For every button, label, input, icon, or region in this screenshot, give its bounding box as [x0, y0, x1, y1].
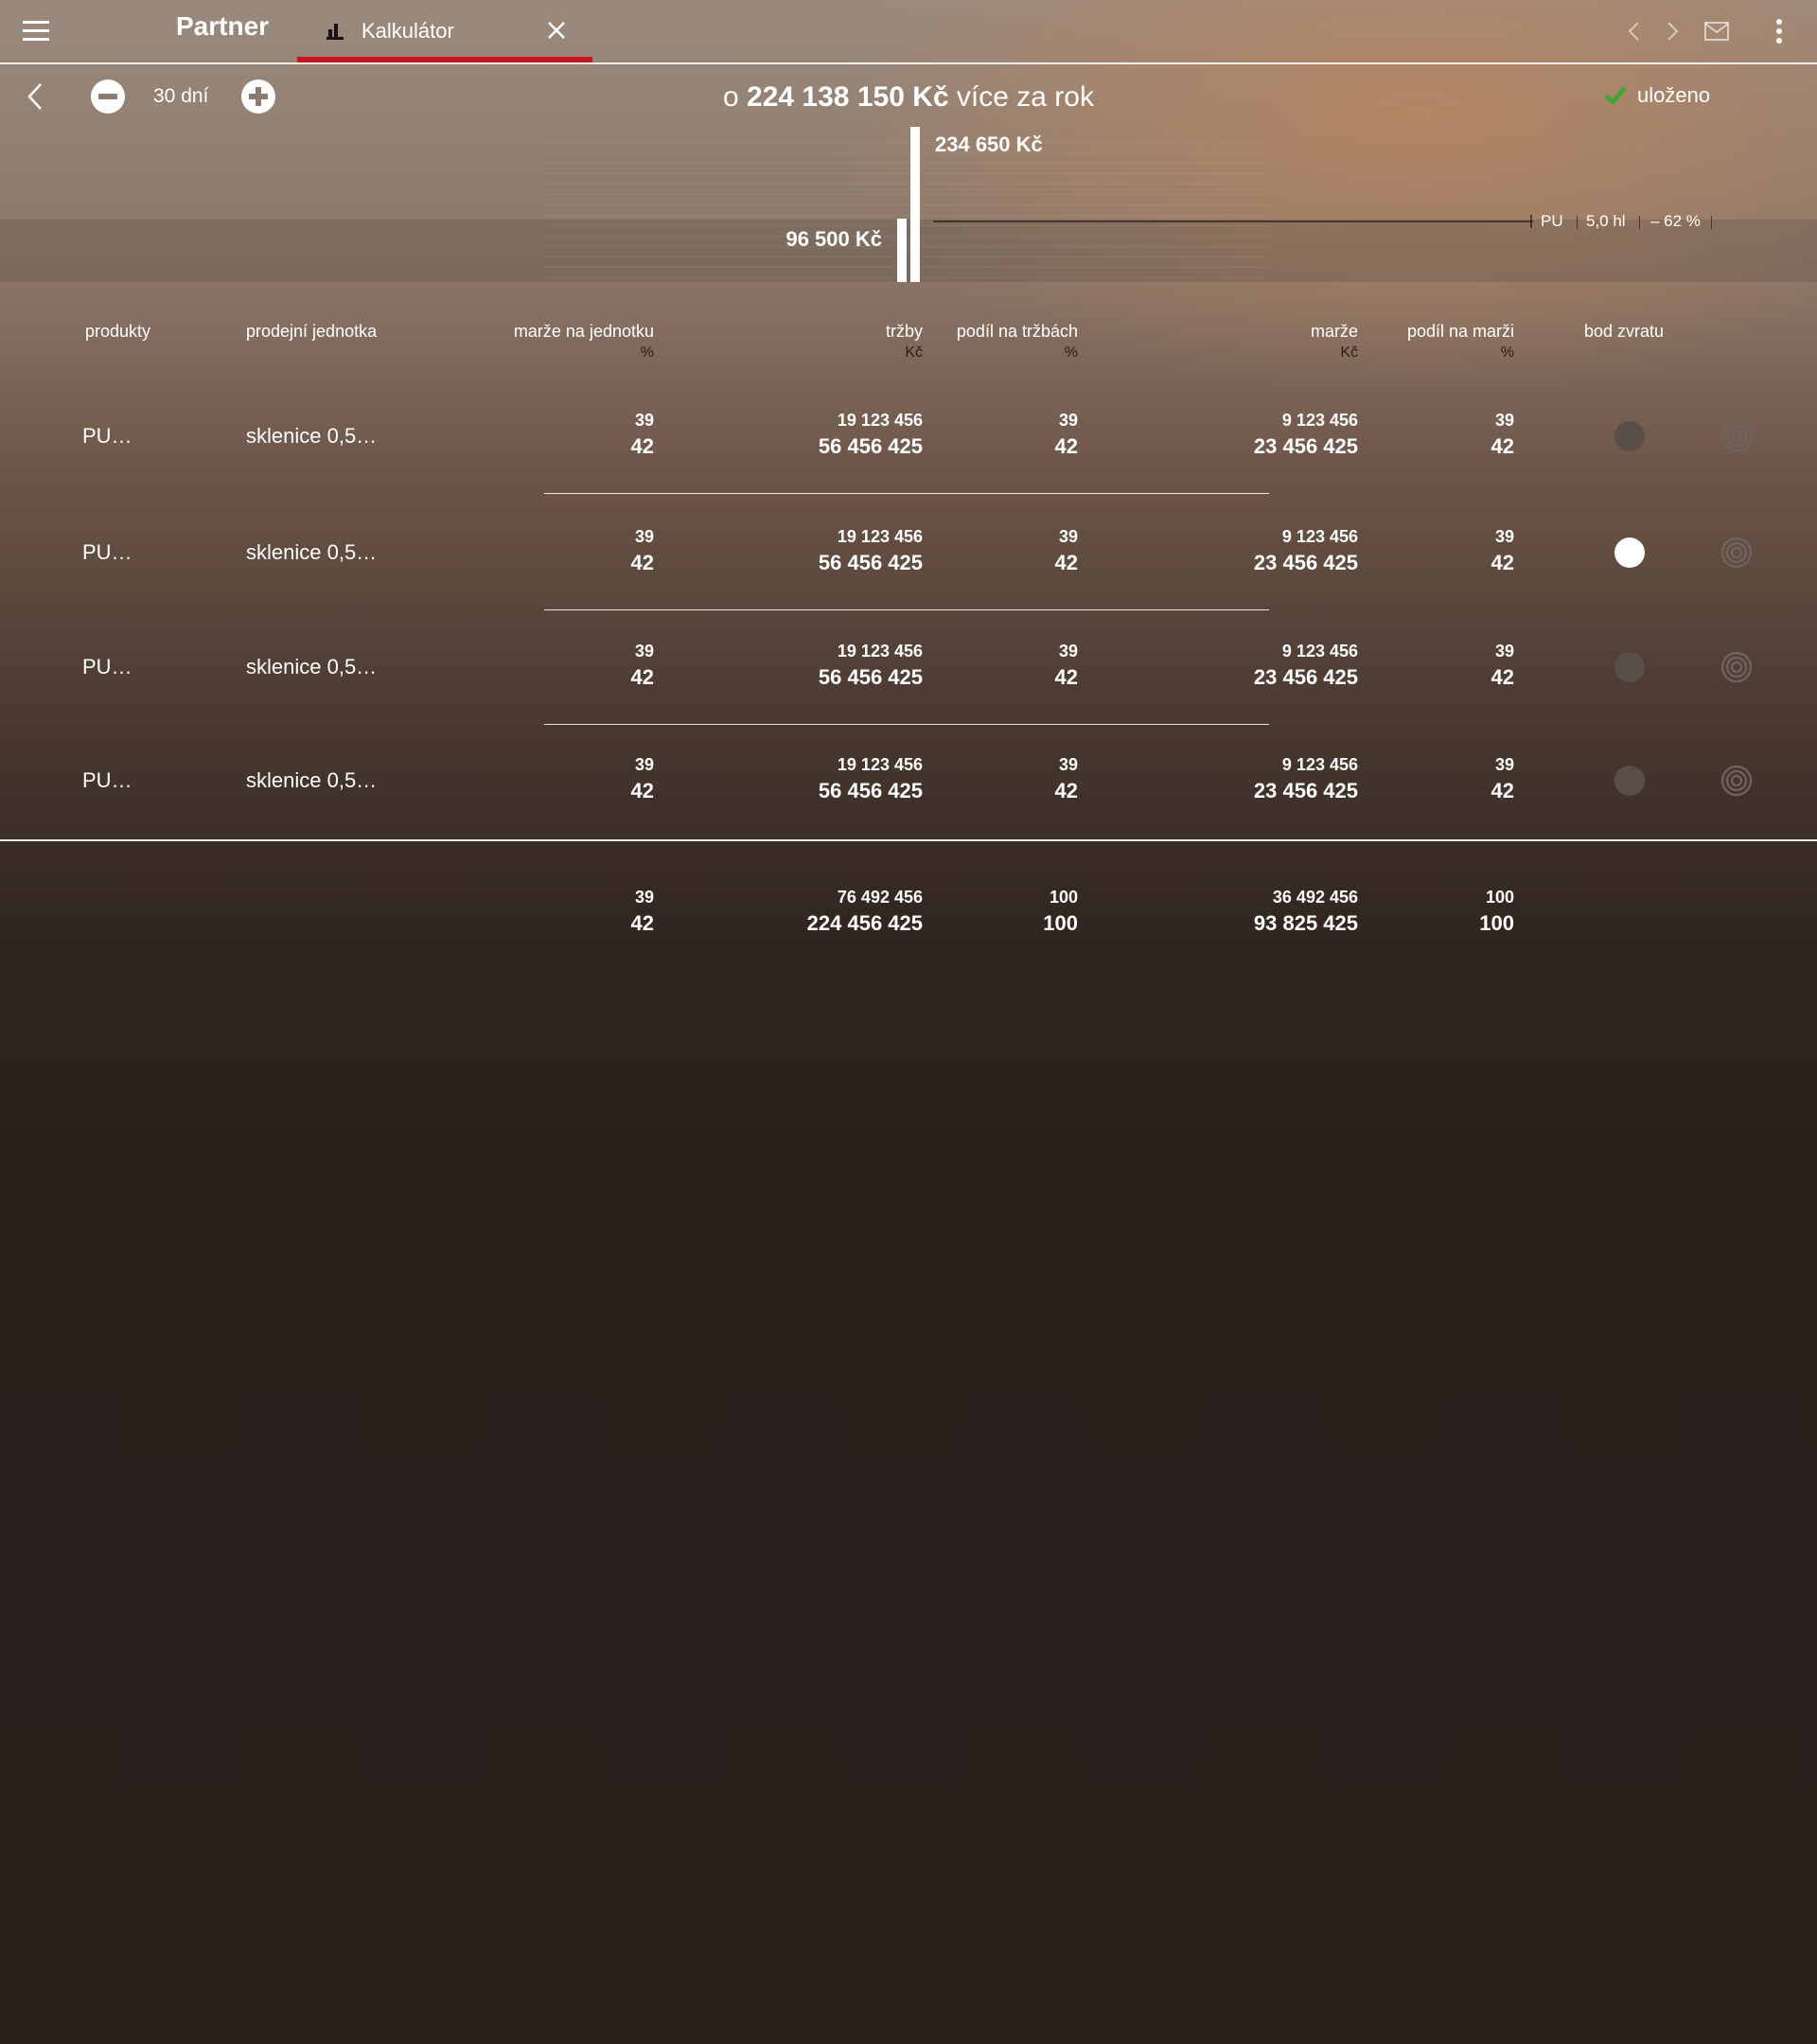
marker-volume: 5,0 hl	[1586, 212, 1626, 230]
rs-previous: 39	[1058, 642, 1078, 661]
tab-label: Kalkulátor	[362, 19, 454, 43]
row-divider	[544, 609, 1269, 610]
total-ms-current: 100	[1479, 911, 1514, 935]
ms-current: 42	[1491, 779, 1514, 802]
top-bar: Partner Kalkulátor	[0, 0, 1817, 64]
more-vertical-icon[interactable]	[1772, 17, 1787, 45]
target-icon[interactable]	[1720, 420, 1753, 452]
marker-product: PU	[1541, 212, 1563, 230]
ms-current: 42	[1491, 665, 1514, 689]
header-revenue-share-unit: %	[1064, 344, 1078, 361]
headline-suffix: více za rok	[956, 81, 1094, 113]
headline: o 224 138 150 Kč více za rok	[0, 81, 1817, 114]
marker-end	[1530, 215, 1532, 228]
mu-current: 42	[630, 779, 654, 802]
header-revenue-share: podíl na tržbách	[956, 322, 1078, 341]
grid-line	[544, 142, 1268, 143]
saved-status: uloženo	[1637, 83, 1711, 107]
break-even-toggle[interactable]	[1614, 537, 1645, 568]
header-break-even: bod zvratu	[1584, 322, 1665, 341]
mu-current: 42	[630, 551, 654, 574]
rs-current: 42	[1054, 665, 1078, 689]
ms-previous: 39	[1494, 755, 1514, 774]
product-name: PU…	[82, 540, 132, 564]
grid-line	[544, 194, 1268, 195]
sales-unit: sklenice 0,5…	[246, 768, 378, 792]
header-margin-per-unit-unit: %	[640, 344, 654, 361]
break-even-toggle[interactable]	[1614, 652, 1645, 682]
rs-previous: 39	[1058, 527, 1078, 546]
headline-prefix: o	[723, 81, 739, 113]
total-mu-current: 42	[630, 911, 654, 935]
total-rs-previous: 100	[1049, 888, 1078, 907]
chevron-right-icon[interactable]	[1662, 19, 1683, 44]
rs-current: 42	[1054, 779, 1078, 802]
grid-line	[544, 152, 1268, 153]
product-name: PU…	[82, 768, 132, 792]
target-icon[interactable]	[1720, 651, 1753, 683]
mu-previous: 39	[634, 755, 654, 774]
ms-previous: 39	[1494, 527, 1514, 546]
marker-change: – 62 %	[1650, 212, 1701, 230]
ms-previous: 39	[1494, 642, 1514, 661]
break-even-toggle[interactable]	[1614, 766, 1645, 796]
sales-unit: sklenice 0,5…	[246, 655, 378, 678]
marker-divider	[1639, 216, 1640, 229]
bar-label-new: 234 650 Kč	[935, 132, 1043, 156]
grid-line	[544, 215, 1268, 216]
marker-divider	[1577, 216, 1578, 229]
mu-current: 42	[630, 434, 654, 458]
marker-divider	[1711, 216, 1712, 229]
mail-icon[interactable]	[1703, 21, 1730, 42]
rs-previous: 39	[1058, 755, 1078, 774]
header-margin-per-unit: marže na jednotku	[513, 322, 654, 341]
product-name: PU…	[82, 424, 132, 448]
headline-value: 224 138 150 Kč	[747, 81, 949, 113]
close-icon[interactable]	[543, 17, 570, 44]
bar-chart-icon	[326, 24, 344, 40]
totals-divider	[0, 839, 1817, 841]
row-divider	[544, 493, 1269, 494]
grid-line	[544, 204, 1268, 205]
marker-line	[933, 220, 1533, 222]
bar-new	[910, 127, 920, 282]
header-unit: prodejní jednotka	[246, 322, 378, 341]
rs-current: 42	[1054, 434, 1078, 458]
tab-kalkulator[interactable]: Kalkulátor	[297, 0, 592, 62]
break-even-toggle[interactable]	[1614, 421, 1645, 451]
sales-unit: sklenice 0,5…	[246, 540, 378, 564]
total-ms-previous: 100	[1485, 888, 1514, 907]
ms-previous: 39	[1494, 411, 1514, 430]
ms-current: 42	[1491, 434, 1514, 458]
target-icon[interactable]	[1720, 537, 1753, 569]
total-mu-previous: 39	[634, 888, 654, 907]
bar-label-current: 96 500 Kč	[785, 227, 882, 251]
grid-line	[544, 184, 1268, 185]
mu-previous: 39	[634, 642, 654, 661]
grid-line	[544, 173, 1268, 174]
grid-line	[544, 163, 1268, 164]
header-margin-share-unit: %	[1500, 344, 1514, 361]
header-margin-share: podíl na marži	[1406, 322, 1514, 341]
mu-previous: 39	[634, 527, 654, 546]
rs-previous: 39	[1058, 411, 1078, 430]
mu-previous: 39	[634, 411, 654, 430]
mu-current: 42	[630, 665, 654, 689]
rs-current: 42	[1054, 551, 1078, 574]
menu-icon[interactable]	[23, 21, 49, 42]
product-name: PU…	[82, 655, 132, 678]
check-icon	[1604, 86, 1627, 106]
app-brand: Partner	[176, 11, 270, 41]
sales-unit: sklenice 0,5…	[246, 424, 378, 448]
ms-current: 42	[1491, 551, 1514, 574]
target-icon[interactable]	[1720, 765, 1753, 797]
header-products: produkty	[85, 322, 151, 341]
total-rs-current: 100	[1043, 911, 1078, 935]
bar-current	[897, 219, 907, 282]
chevron-left-icon[interactable]	[1624, 19, 1645, 44]
row-divider	[544, 724, 1269, 725]
